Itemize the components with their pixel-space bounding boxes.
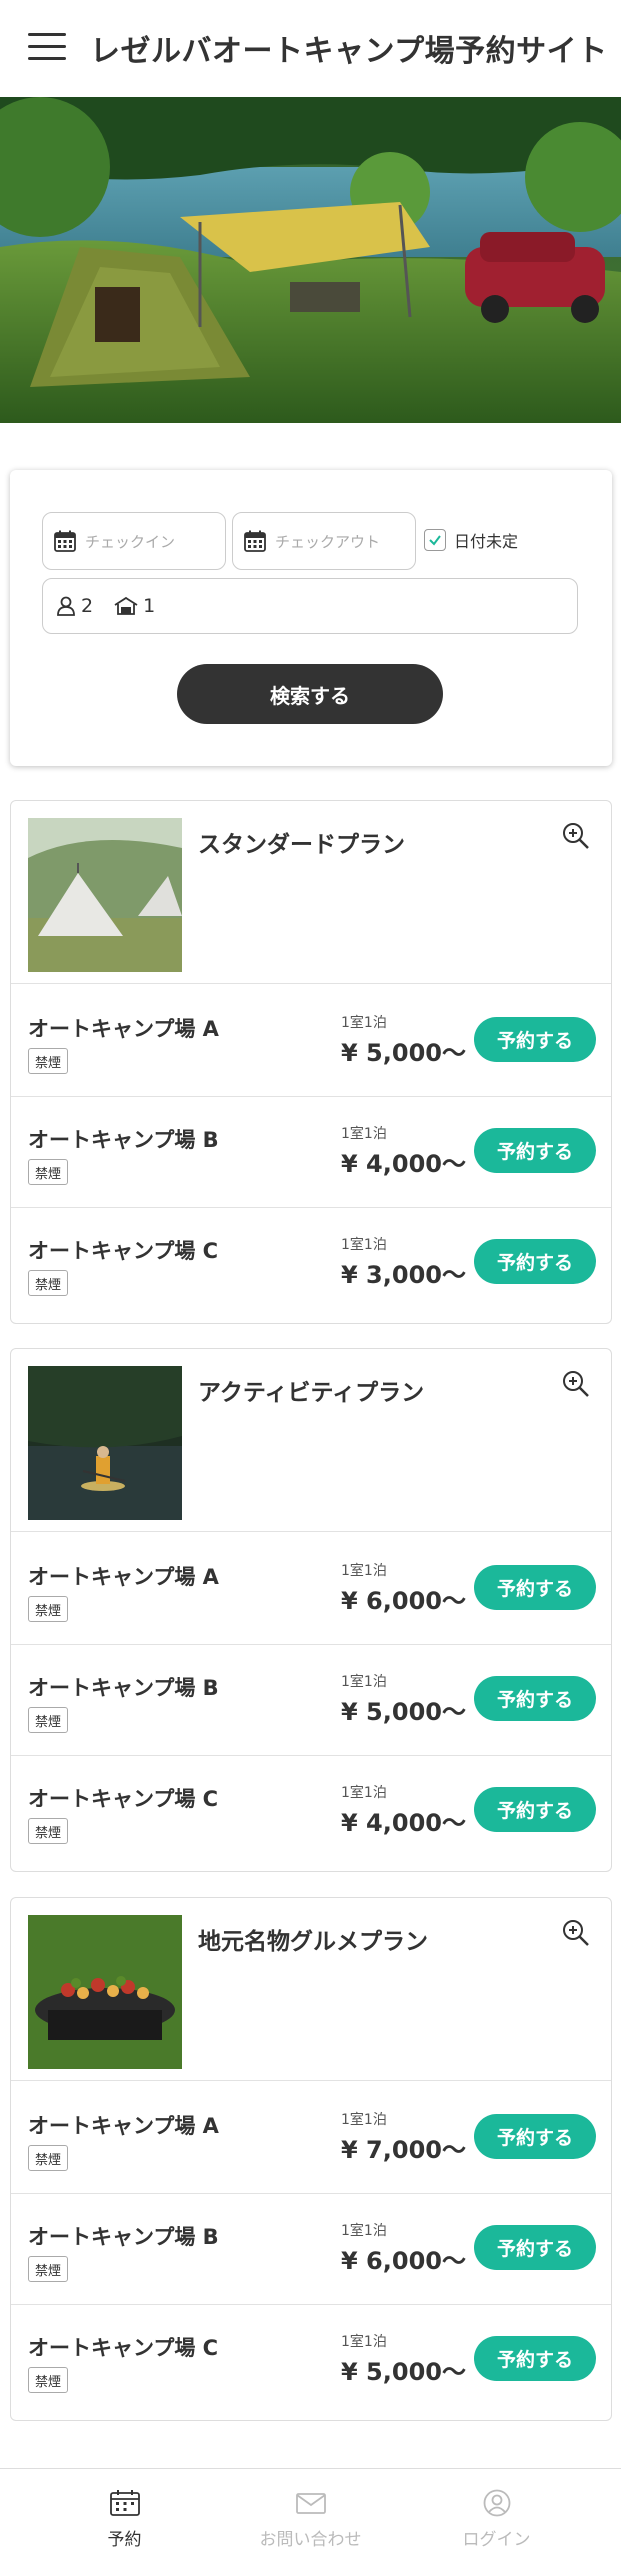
site-name: オートキャンプ場 A	[28, 1565, 219, 1589]
calendar-icon	[109, 2490, 140, 2516]
site-row: オートキャンプ場 B 禁煙 1室1泊 ¥ 5,000〜 予約する	[11, 1645, 611, 1756]
book-button[interactable]: 予約する	[474, 2114, 596, 2159]
site-row: オートキャンプ場 B 禁煙 1室1泊 ¥ 6,000〜 予約する	[11, 2194, 611, 2305]
nav-reservation[interactable]: 予約	[21, 2469, 228, 2560]
book-button[interactable]: 予約する	[474, 2336, 596, 2381]
plan-photo[interactable]	[28, 818, 182, 972]
book-button[interactable]: 予約する	[474, 2225, 596, 2270]
price: ¥ 5,000〜	[341, 2358, 466, 2386]
price-unit: 1室1泊	[341, 1563, 387, 1579]
price: ¥ 4,000〜	[341, 1150, 466, 1178]
price-unit: 1室1泊	[341, 1015, 387, 1031]
search-form: チェックイン チェックアウト 日付未定 2 1 検索する	[10, 470, 612, 766]
price-unit: 1室1泊	[341, 1674, 387, 1690]
site-row: オートキャンプ場 C 禁煙 1室1泊 ¥ 5,000〜 予約する	[11, 2305, 611, 2416]
bottom-navigation: 予約 お問い合わせ ログイン	[0, 2468, 621, 2560]
site-row: オートキャンプ場 B 禁煙 1室1泊 ¥ 4,000〜 予約する	[11, 1097, 611, 1208]
price-unit: 1室1泊	[341, 2112, 387, 2128]
site-name: オートキャンプ場 C	[28, 2336, 219, 2360]
plan-photo[interactable]	[28, 1366, 182, 1520]
checkbox-checked-icon[interactable]	[424, 529, 446, 551]
plan-header: スタンダードプラン	[11, 801, 611, 984]
nav-label: ログイン	[462, 2530, 531, 2550]
room-icon	[114, 596, 138, 615]
zoom-in-icon[interactable]	[561, 821, 591, 851]
adults-count: 2	[81, 595, 94, 617]
plan-card: アクティビティプラン オートキャンプ場 A 禁煙 1室1泊 ¥ 6,000〜 予約する オー…	[10, 1348, 612, 1872]
site-row: オートキャンプ場 A 禁煙 1室1泊 ¥ 5,000〜 予約する	[11, 986, 611, 1097]
book-button[interactable]: 予約する	[474, 1017, 596, 1062]
price-unit: 1室1泊	[341, 2334, 387, 2350]
price: ¥ 5,000〜	[341, 1039, 466, 1067]
nav-login[interactable]: ログイン	[393, 2469, 600, 2560]
site-name: オートキャンプ場 C	[28, 1239, 219, 1263]
non-smoking-badge: 禁煙	[28, 1270, 69, 1296]
guests-rooms-field[interactable]: 2 1	[42, 578, 578, 634]
checkin-date-field[interactable]: チェックイン	[42, 512, 226, 570]
book-button[interactable]: 予約する	[474, 1787, 596, 1832]
site-name: オートキャンプ場 C	[28, 1787, 219, 1811]
search-button[interactable]: 検索する	[177, 664, 443, 724]
plan-title: アクティビティプラン	[198, 1380, 425, 1406]
book-button[interactable]: 予約する	[474, 1128, 596, 1173]
price: ¥ 5,000〜	[341, 1698, 466, 1726]
plan-title: スタンダードプラン	[198, 832, 405, 858]
book-button[interactable]: 予約する	[474, 1676, 596, 1721]
price-unit: 1室1泊	[341, 1126, 387, 1142]
non-smoking-badge: 禁煙	[28, 1048, 69, 1074]
site-name: オートキャンプ場 A	[28, 1017, 219, 1041]
site-row: オートキャンプ場 A 禁煙 1室1泊 ¥ 7,000〜 予約する	[11, 2083, 611, 2194]
calendar-icon	[244, 530, 266, 552]
price-unit: 1室1泊	[341, 2223, 387, 2239]
plan-card: 地元名物グルメプラン オートキャンプ場 A 禁煙 1室1泊 ¥ 7,000〜 予約する オー…	[10, 1897, 612, 2421]
menu-icon[interactable]	[28, 33, 66, 61]
price-unit: 1室1泊	[341, 1237, 387, 1253]
date-undecided-checkbox[interactable]: 日付未定	[424, 528, 518, 552]
site-name: オートキャンプ場 A	[28, 2114, 219, 2138]
app-header: レゼルバオートキャンプ場予約サイト	[0, 0, 621, 97]
zoom-in-icon[interactable]	[561, 1369, 591, 1399]
hero-image	[0, 97, 621, 423]
price: ¥ 3,000〜	[341, 1261, 466, 1289]
non-smoking-badge: 禁煙	[28, 1159, 69, 1185]
mail-icon	[295, 2493, 326, 2514]
non-smoking-badge: 禁煙	[28, 1818, 69, 1844]
checkout-date-field[interactable]: チェックアウト	[232, 512, 416, 570]
non-smoking-badge: 禁煙	[28, 2256, 69, 2282]
site-title: レゼルバオートキャンプ場予約サイト	[90, 34, 608, 69]
price: ¥ 6,000〜	[341, 2247, 466, 2275]
price: ¥ 6,000〜	[341, 1587, 466, 1615]
nav-label: 予約	[107, 2530, 142, 2550]
date-undecided-label: 日付未定	[454, 532, 519, 551]
zoom-in-icon[interactable]	[561, 1918, 591, 1948]
non-smoking-badge: 禁煙	[28, 2367, 69, 2393]
plan-header: アクティビティプラン	[11, 1349, 611, 1532]
checkout-placeholder: チェックアウト	[275, 532, 381, 551]
price: ¥ 4,000〜	[341, 1809, 466, 1837]
price-unit: 1室1泊	[341, 1785, 387, 1801]
checkin-placeholder: チェックイン	[85, 532, 176, 551]
calendar-icon	[54, 530, 76, 552]
person-icon	[57, 596, 75, 616]
site-name: オートキャンプ場 B	[28, 2225, 219, 2249]
site-name: オートキャンプ場 B	[28, 1128, 219, 1152]
price: ¥ 7,000〜	[341, 2136, 466, 2164]
non-smoking-badge: 禁煙	[28, 1707, 69, 1733]
nav-label: お問い合わせ	[259, 2530, 362, 2550]
plan-photo[interactable]	[28, 1915, 182, 2069]
plan-card: スタンダードプラン オートキャンプ場 A 禁煙 1室1泊 ¥ 5,000〜 予約する オート…	[10, 800, 612, 1324]
nav-contact[interactable]: お問い合わせ	[207, 2469, 414, 2560]
site-name: オートキャンプ場 B	[28, 1676, 219, 1700]
non-smoking-badge: 禁煙	[28, 2145, 69, 2171]
site-row: オートキャンプ場 A 禁煙 1室1泊 ¥ 6,000〜 予約する	[11, 1534, 611, 1645]
plan-title: 地元名物グルメプラン	[198, 1929, 428, 1955]
book-button[interactable]: 予約する	[474, 1239, 596, 1284]
rooms-count: 1	[143, 595, 156, 617]
site-row: オートキャンプ場 C 禁煙 1室1泊 ¥ 3,000〜 予約する	[11, 1208, 611, 1319]
plan-header: 地元名物グルメプラン	[11, 1898, 611, 2081]
user-icon	[483, 2489, 510, 2517]
non-smoking-badge: 禁煙	[28, 1596, 69, 1622]
site-row: オートキャンプ場 C 禁煙 1室1泊 ¥ 4,000〜 予約する	[11, 1756, 611, 1867]
book-button[interactable]: 予約する	[474, 1565, 596, 1610]
